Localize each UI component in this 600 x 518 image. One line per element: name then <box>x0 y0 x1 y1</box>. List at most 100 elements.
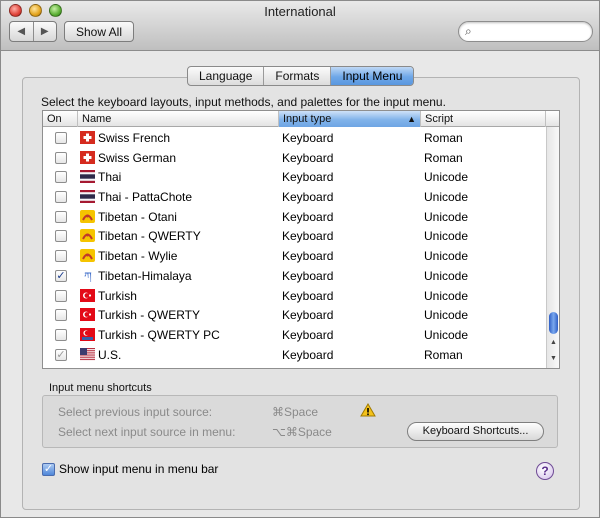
row-name: Tibetan-Himalaya <box>98 268 192 283</box>
table-header: On Name Input type ▲ Script <box>43 111 559 127</box>
column-name[interactable]: Name <box>78 111 279 127</box>
row-script: Unicode <box>424 249 469 264</box>
next-source-label: Select next input source in menu: <box>58 425 236 439</box>
table-row[interactable]: Turkish Keyboard Unicode <box>43 286 546 306</box>
table-row[interactable]: ཀ Tibetan-Himalaya Keyboard Unicode <box>43 265 546 286</box>
row-name: Turkish - QWERTY <box>98 308 201 323</box>
row-name: Swiss French <box>98 131 171 145</box>
row-script: Unicode <box>424 170 469 185</box>
nav-buttons: ◀ ▶ <box>9 21 57 42</box>
tab-formats[interactable]: Formats <box>263 67 330 85</box>
row-enable-checkbox[interactable] <box>55 230 67 243</box>
row-enable-checkbox[interactable] <box>55 210 67 223</box>
help-icon[interactable]: ? <box>536 462 554 480</box>
row-enable-checkbox[interactable] <box>55 151 67 164</box>
search-field[interactable]: ⌕ <box>458 21 593 42</box>
row-script: Roman <box>424 131 463 145</box>
row-input-type: Keyboard <box>282 190 334 205</box>
forward-button[interactable]: ▶ <box>32 22 57 41</box>
swiss-flag-icon <box>80 131 95 144</box>
table-row[interactable]: Swiss French Keyboard Roman <box>43 128 546 148</box>
table-row[interactable]: Turkish - QWERTY Keyboard Unicode <box>43 305 546 325</box>
tibetan-glyph-flag-icon: ཀ <box>80 269 95 286</box>
row-input-type: Keyboard <box>282 209 334 224</box>
row-input-type: Keyboard <box>282 131 334 145</box>
row-input-type: Keyboard <box>282 150 334 165</box>
next-source-shortcut[interactable]: ⌥⌘Space <box>272 425 332 439</box>
tab-input-menu[interactable]: Input Menu <box>330 67 414 85</box>
row-enable-checkbox[interactable] <box>55 171 67 184</box>
row-enable-checkbox[interactable] <box>55 132 67 144</box>
table-row[interactable]: Tibetan - Wylie Keyboard Unicode <box>43 246 546 266</box>
row-enable-checkbox[interactable] <box>55 289 67 302</box>
back-button[interactable]: ◀ <box>10 22 33 41</box>
row-script: Unicode <box>424 308 469 323</box>
row-name: Thai - PattaChote <box>98 190 193 205</box>
row-name: Tibetan - Otani <box>98 209 177 224</box>
table-row[interactable]: U.S. Keyboard Roman <box>43 344 546 365</box>
table-row[interactable]: Turkish - QWERTY PC Keyboard Unicode <box>43 325 546 345</box>
scroll-thumb[interactable] <box>549 312 558 334</box>
row-name: Tibetan - QWERTY <box>98 229 201 244</box>
prev-source-label: Select previous input source: <box>58 405 213 419</box>
row-enable-checkbox[interactable] <box>55 309 67 322</box>
title-bar: International ◀ ▶ Show All ⌕ <box>1 1 599 51</box>
row-script: Unicode <box>424 268 469 283</box>
column-input-type[interactable]: Input type ▲ <box>279 111 421 127</box>
swiss-flag-icon <box>80 150 95 164</box>
instructions-text: Select the keyboard layouts, input metho… <box>41 95 446 109</box>
table-row[interactable]: Tibetan - QWERTY Keyboard Unicode <box>43 226 546 247</box>
row-input-type: Keyboard <box>282 268 334 283</box>
svg-text:ཀ: ཀ <box>84 270 92 282</box>
tab-bar: Language Formats Input Menu <box>187 66 415 86</box>
thai-flag-icon <box>80 190 95 204</box>
row-enable-checkbox[interactable] <box>55 269 67 282</box>
turkish-pc-flag-icon <box>80 327 95 341</box>
column-on[interactable]: On <box>43 111 78 127</box>
table-row[interactable]: Thai - PattaChote Keyboard Unicode <box>43 187 546 207</box>
row-name: Tibetan - Wylie <box>98 249 178 264</box>
table-row[interactable]: Swiss German Keyboard Roman <box>43 147 546 168</box>
search-input[interactable] <box>479 24 587 39</box>
scroll-up-icon[interactable]: ▲ <box>550 339 557 346</box>
show-all-button[interactable]: Show All <box>64 21 134 42</box>
vertical-scrollbar[interactable]: ▲ ▼ <box>546 127 559 368</box>
tab-language[interactable]: Language <box>188 67 263 85</box>
turkish-flag-icon <box>80 308 95 322</box>
window-title: International <box>264 4 336 19</box>
show-input-menu-option[interactable]: ✓ Show input menu in menu bar <box>42 462 218 476</box>
keyboard-shortcuts-button[interactable]: Keyboard Shortcuts... <box>407 422 544 441</box>
us-flag-icon <box>80 347 95 361</box>
table-row[interactable]: Tibetan - Otani Keyboard Unicode <box>43 207 546 227</box>
show-input-menu-label: Show input menu in menu bar <box>59 462 219 476</box>
row-enable-checkbox[interactable] <box>55 191 67 204</box>
preferences-window: International ◀ ▶ Show All ⌕ Language Fo… <box>0 0 600 518</box>
column-script[interactable]: Script <box>421 111 546 127</box>
row-name: Thai <box>98 170 122 185</box>
tibetan-yellow-flag-icon <box>80 229 95 243</box>
row-enable-checkbox[interactable] <box>55 250 67 263</box>
row-script: Roman <box>424 150 463 165</box>
row-name: Turkish <box>98 288 137 303</box>
row-input-type: Keyboard <box>282 170 334 185</box>
row-script: Unicode <box>424 190 469 205</box>
sort-ascending-icon: ▲ <box>407 114 416 124</box>
scroll-down-icon[interactable]: ▼ <box>550 355 557 362</box>
row-input-type: Keyboard <box>282 308 334 323</box>
row-script: Unicode <box>424 327 469 342</box>
input-source-table: On Name Input type ▲ Script Swiss French… <box>42 110 560 369</box>
table-rows: Swiss French Keyboard Roman Swiss German Key… <box>43 128 546 365</box>
row-script: Roman <box>424 347 463 362</box>
show-input-menu-checkbox[interactable]: ✓ <box>42 462 55 476</box>
row-input-type: Keyboard <box>282 288 334 303</box>
table-row[interactable]: Thai Keyboard Unicode <box>43 167 546 187</box>
row-name: Turkish - QWERTY PC <box>98 327 220 342</box>
row-script: Unicode <box>424 229 469 244</box>
row-input-type: Keyboard <box>282 347 334 362</box>
prev-source-shortcut[interactable]: ⌘Space <box>272 405 318 419</box>
row-enable-checkbox[interactable] <box>55 348 67 361</box>
shortcuts-title: Input menu shortcuts <box>49 382 152 394</box>
turkish-flag-icon <box>80 288 95 302</box>
tibetan-yellow-flag-icon <box>80 249 95 263</box>
row-enable-checkbox[interactable] <box>55 328 67 341</box>
